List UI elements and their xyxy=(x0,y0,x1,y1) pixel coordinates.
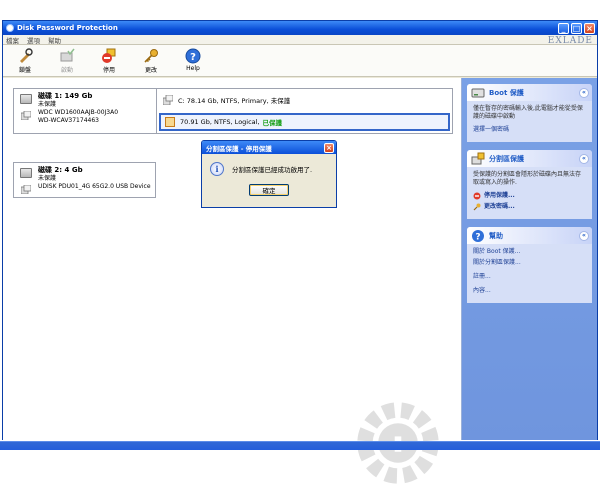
lock-label: 鎖盤 xyxy=(18,67,31,74)
key-icon xyxy=(473,203,481,211)
disk-1-serial: WD-WCAV37174463 xyxy=(38,117,99,124)
dialog-message: 分割區保護已經成功啟用了. xyxy=(232,166,313,174)
protected-badge: 已保護 xyxy=(262,119,283,127)
app-icon xyxy=(6,24,14,32)
dialog-close-button[interactable]: × xyxy=(324,142,334,153)
lock-button[interactable]: 鎖盤 xyxy=(9,48,41,74)
brand-logo: EXLADE xyxy=(547,36,593,46)
disable-icon xyxy=(102,48,116,63)
boot-panel-desc: 僅在暫存的密碼輸入後,此電腦才能從受保護的磁碟中啟動 xyxy=(473,105,583,120)
help-link-boot[interactable]: 關於 Boot 保護... xyxy=(473,248,586,256)
partition-panel-desc: 受保護的分割區會隱形於磁碟內且無法存取或寫入的操作. xyxy=(473,171,582,186)
disk-1-title: 磁碟 1: 149 Gb xyxy=(38,92,93,100)
disk-1[interactable]: 磁碟 1: 149 Gb 未保護 WDC WD1600AAJB-00J3A0 W… xyxy=(13,88,453,134)
help-link-partition[interactable]: 關於分割區保護... xyxy=(473,259,586,267)
menu-options[interactable]: 選項 xyxy=(27,35,40,45)
collapse-icon[interactable]: « xyxy=(579,153,589,164)
disk-2-model: UDISK PDU01_4G 65G2.0 USB Device xyxy=(38,183,151,190)
partition-c[interactable]: C: 78.14 Gb, NTFS, Primary, 未保護 xyxy=(159,91,450,109)
help-link-register[interactable]: 註冊... xyxy=(473,273,586,281)
enable-label: 啟動 xyxy=(60,67,73,74)
disk-2-status: 未保護 xyxy=(38,175,57,182)
disk-2[interactable]: 磁碟 2: 4 Gb 未保護 UDISK PDU01_4G 65G2.0 USB… xyxy=(13,162,156,198)
partition-icon xyxy=(21,185,31,194)
hard-disk-icon xyxy=(20,94,32,104)
lock-icon xyxy=(165,117,175,127)
disable-icon xyxy=(473,192,481,200)
title-bar[interactable]: Disk Password Protection _ □ × xyxy=(3,21,597,35)
info-icon: i xyxy=(210,162,224,176)
dialog-title: 分割區保護 - 停用保護 xyxy=(206,144,272,153)
key-icon xyxy=(144,49,158,63)
collapse-icon[interactable]: « xyxy=(579,230,589,241)
boot-panel: Boot 保護 « 僅在暫存的密碼輸入後,此電腦才能從受保護的磁碟中啟動 選擇一… xyxy=(467,84,592,142)
svg-text:?: ? xyxy=(475,232,480,242)
menu-help[interactable]: 幫助 xyxy=(48,35,61,45)
svg-text:?: ? xyxy=(190,52,196,63)
help-label: Help xyxy=(186,65,200,72)
message-dialog: 分割區保護 - 停用保護 × i 分割區保護已經成功啟用了. 確定 xyxy=(201,140,337,208)
lock-icon xyxy=(20,48,33,63)
task-sidebar: Boot 保護 « 僅在暫存的密碼輸入後,此電腦才能從受保護的磁碟中啟動 選擇一… xyxy=(462,78,597,440)
help-panel-header[interactable]: ? 幫助 « xyxy=(467,227,592,244)
close-button[interactable]: × xyxy=(584,22,595,34)
disable-protection-link[interactable]: 停用保護... xyxy=(473,192,586,200)
hard-disk-icon xyxy=(20,168,32,178)
help-button[interactable]: ? Help xyxy=(177,48,209,72)
partition-c-label: C: 78.14 Gb, NTFS, Primary, 未保護 xyxy=(178,97,291,105)
partition-logical-label: 70.91 Gb, NTFS, Logical, xyxy=(180,118,260,126)
content-area: 磁碟 1: 149 Gb 未保護 WDC WD1600AAJB-00J3A0 W… xyxy=(3,78,597,484)
window-title: Disk Password Protection xyxy=(17,24,118,32)
partition-icon xyxy=(21,111,31,120)
partition-panel-title: 分割區保護 xyxy=(489,154,524,163)
partition-lock-icon xyxy=(471,152,485,164)
partition-logical[interactable]: 70.91 Gb, NTFS, Logical, 已保護 xyxy=(159,113,450,131)
partition-icon xyxy=(163,95,173,105)
drive-icon xyxy=(471,88,485,97)
collapse-icon[interactable]: « xyxy=(579,87,589,98)
disable-label: 停用 xyxy=(102,67,115,74)
change-label: 更改 xyxy=(144,67,157,74)
maximize-button[interactable]: □ xyxy=(571,22,582,34)
select-password-link[interactable]: 選擇一個密碼 xyxy=(473,126,586,134)
help-icon: ? xyxy=(185,48,201,64)
dialog-title-bar[interactable]: 分割區保護 - 停用保護 × xyxy=(202,141,336,154)
ok-button[interactable]: 確定 xyxy=(249,184,289,196)
disk-1-info: 磁碟 1: 149 Gb 未保護 WDC WD1600AAJB-00J3A0 W… xyxy=(14,89,157,133)
disable-button[interactable]: 停用 xyxy=(93,48,125,74)
change-button[interactable]: 更改 xyxy=(135,48,167,74)
menu-file[interactable]: 檔案 xyxy=(6,35,19,45)
boot-panel-title: Boot 保護 xyxy=(489,88,524,97)
partition-panel-header[interactable]: 分割區保護 « xyxy=(467,150,592,167)
app-window: Disk Password Protection _ □ × 檔案 選項 幫助 … xyxy=(2,20,598,484)
boot-panel-header[interactable]: Boot 保護 « xyxy=(467,84,592,101)
disable-protection-label: 停用保護... xyxy=(484,192,515,199)
help-link-contents[interactable]: 內容... xyxy=(473,287,586,295)
disk-1-model: WDC WD1600AAJB-00J3A0 xyxy=(38,109,119,116)
help-panel: ? 幫助 « 關於 Boot 保護... 關於分割區保護... 註冊... 內容… xyxy=(467,227,592,303)
help-icon: ? xyxy=(472,229,484,242)
disk-1-status: 未保護 xyxy=(38,101,57,108)
disk-check-icon xyxy=(60,48,75,62)
help-panel-title: 幫助 xyxy=(489,231,503,240)
disk-list: 磁碟 1: 149 Gb 未保護 WDC WD1600AAJB-00J3A0 W… xyxy=(3,78,462,484)
minimize-button[interactable]: _ xyxy=(558,22,569,34)
taskbar xyxy=(0,441,600,450)
menu-bar: 檔案 選項 幫助 xyxy=(3,35,597,45)
change-password-link[interactable]: 更改密碼... xyxy=(473,203,586,211)
toolbar: 鎖盤 啟動 停用 更改 ? Help xyxy=(3,45,597,77)
change-password-label: 更改密碼... xyxy=(484,203,515,210)
partition-panel: 分割區保護 « 受保護的分割區會隱形於磁碟內且無法存取或寫入的操作. 停用保護.… xyxy=(467,150,592,219)
enable-button[interactable]: 啟動 xyxy=(51,48,83,74)
disk-2-title: 磁碟 2: 4 Gb xyxy=(38,166,83,174)
disk-2-info: 磁碟 2: 4 Gb 未保護 UDISK PDU01_4G 65G2.0 USB… xyxy=(14,163,157,197)
